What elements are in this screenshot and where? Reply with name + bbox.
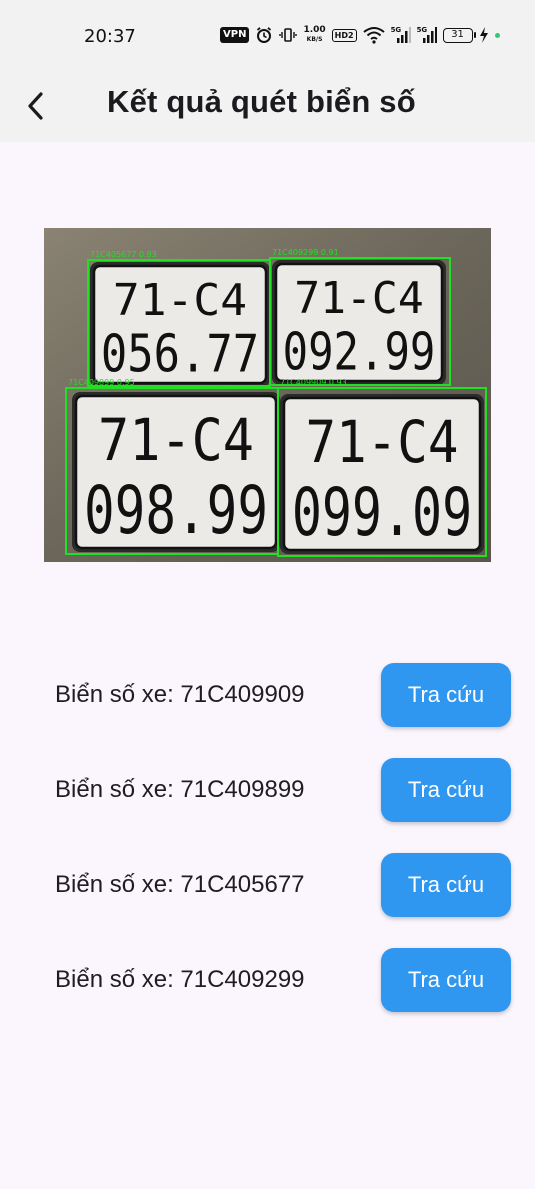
result-row: Biển số xe: 71C409909 Tra cứu (0, 663, 535, 727)
wifi-icon (362, 26, 385, 44)
status-icons: VPN 1.00 KB/S HD2 5G 5G 31 (220, 24, 500, 46)
plate-line-2: 098.99 (84, 472, 268, 549)
license-plate: 71-C4099.09 71C409909 0.93 (277, 378, 487, 557)
lookup-button[interactable]: Tra cứu (381, 948, 511, 1012)
hd-voice-icon: HD2 (331, 28, 357, 42)
detection-label: 71C405677 0.93 (90, 250, 157, 259)
page-title: Kết quả quét biển số (107, 84, 416, 119)
plate-number-label: Biển số xe: 71C409299 (55, 966, 305, 993)
plate-line-2: 092.99 (283, 322, 436, 382)
license-plate: 71-C4092.99 71C409299 0.91 (269, 248, 451, 386)
lookup-button[interactable]: Tra cứu (381, 758, 511, 822)
detection-label: 71C409909 0.93 (280, 378, 347, 387)
privacy-indicator-dot (494, 32, 500, 38)
signal-icon: 5G (391, 26, 411, 44)
back-button[interactable] (14, 82, 58, 130)
network-speed-unit: KB/S (306, 36, 323, 43)
battery-icon: 31 (442, 27, 476, 43)
result-row: Biển số xe: 71C409299 Tra cứu (0, 948, 535, 1012)
plate-line-2: 099.09 (292, 474, 472, 551)
plate-line-2: 056.77 (101, 324, 259, 384)
chevron-left-icon (28, 92, 43, 120)
charging-icon (479, 27, 489, 43)
status-time: 20:37 (84, 26, 136, 47)
plate-line-1: 71-C4 (98, 406, 254, 474)
plate-number-label: Biển số xe: 71C409909 (55, 681, 305, 708)
plate-line-1: 71-C4 (294, 273, 423, 324)
scan-image-canvas: 71-C4056.7771C405677 0.9371-C4092.9971C4… (44, 228, 491, 562)
status-bar: 20:37 VPN 1.00 KB/S HD2 5G 5G 31 (0, 0, 535, 70)
plate-number-label: Biển số xe: 71C405677 (55, 871, 305, 898)
lookup-button[interactable]: Tra cứu (381, 663, 511, 727)
network-speed-value: 1.00 (303, 25, 326, 35)
network-speed: 1.00 KB/S (303, 26, 325, 44)
alarm-icon (255, 26, 273, 44)
detection-label: 71C409299 0.91 (272, 248, 339, 257)
result-row: Biển số xe: 71C409899 Tra cứu (0, 758, 535, 822)
lookup-button[interactable]: Tra cứu (381, 853, 511, 917)
detection-label: 71C409899 0.95 (68, 378, 135, 387)
signal-icon: 5G (417, 26, 437, 44)
scanned-plates-image: 71-C4 056.77 71C405677 0.93 71-C4 092.99 71C4… (44, 228, 491, 562)
vibrate-icon (279, 26, 298, 44)
license-plate: 71-C4098.99 71C409899 0.95 (65, 378, 280, 555)
vpn-icon: VPN (220, 27, 250, 43)
result-row: Biển số xe: 71C405677 Tra cứu (0, 853, 535, 917)
license-plate: 71-C4056.77 71C405677 0.93 (87, 250, 271, 387)
plate-line-1: 71-C4 (306, 408, 459, 476)
plate-number-label: Biển số xe: 71C409899 (55, 776, 305, 803)
app-bar: Kết quả quét biển số (0, 70, 535, 142)
plate-line-1: 71-C4 (113, 275, 247, 326)
